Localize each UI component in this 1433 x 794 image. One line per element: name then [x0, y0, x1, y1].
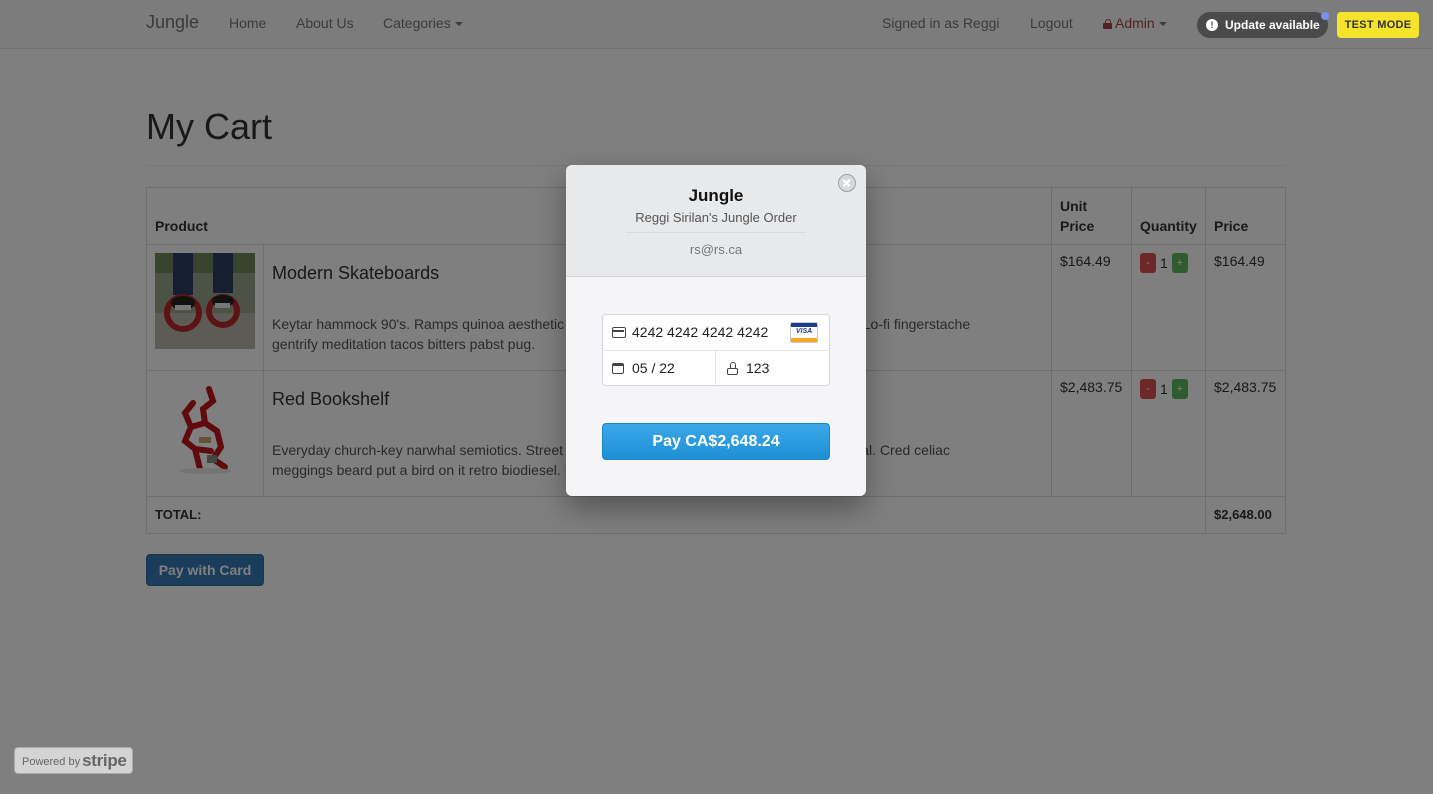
card-number-field[interactable]: 4242 4242 4242 4242 VISA	[603, 315, 829, 351]
checkout-modal: Jungle Reggi Sirilan's Jungle Order rs@r…	[566, 165, 866, 496]
calendar-icon	[612, 363, 624, 374]
credit-card-icon	[612, 327, 626, 338]
update-available-badge[interactable]: ! Update available	[1197, 12, 1328, 38]
checkout-email[interactable]: rs@rs.ca	[566, 242, 866, 257]
powered-by-stripe-badge[interactable]: Powered by stripe	[14, 747, 133, 774]
stripe-logo: stripe	[82, 751, 127, 770]
lock-icon	[727, 362, 738, 375]
checkout-title: Jungle	[688, 186, 744, 205]
card-number-value: 4242 4242 4242 4242	[632, 324, 769, 340]
expiry-value: 05 / 22	[632, 360, 675, 376]
visa-logo-icon: VISA	[790, 322, 818, 343]
divider	[626, 232, 806, 233]
alert-icon: !	[1206, 19, 1218, 31]
checkout-header: Jungle Reggi Sirilan's Jungle Order rs@r…	[566, 165, 866, 277]
pay-button[interactable]: Pay CA$2,648.24	[602, 423, 830, 460]
cvc-field[interactable]: 123	[716, 351, 829, 386]
expiry-field[interactable]: 05 / 22	[603, 351, 716, 386]
cvc-value: 123	[746, 360, 770, 376]
test-mode-badge: TEST MODE	[1337, 12, 1419, 38]
notification-dot	[1321, 12, 1329, 20]
card-fields: 4242 4242 4242 4242 VISA 05 / 22 123	[602, 314, 830, 386]
checkout-subtitle: Reggi Sirilan's Jungle Order	[635, 210, 797, 225]
